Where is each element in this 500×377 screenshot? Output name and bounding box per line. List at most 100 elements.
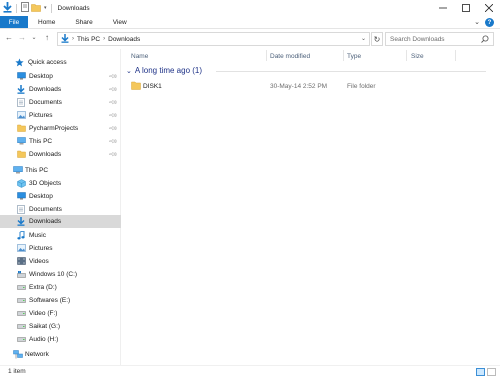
customize-toolbar-icon[interactable]: ▾ [44, 5, 47, 11]
drive-icon [17, 323, 26, 329]
downloads-location-icon [61, 33, 69, 45]
nav-label: Video (F:) [29, 309, 58, 317]
nav-item-downloads-pc[interactable]: Downloads [0, 215, 121, 228]
nav-quick-access[interactable]: Quick access [0, 56, 121, 68]
search-box[interactable] [385, 32, 494, 46]
tab-home[interactable]: Home [28, 16, 65, 28]
nav-label: This PC [29, 137, 53, 145]
nav-label: Pictures [29, 244, 53, 252]
expand-ribbon-icon[interactable]: ⌄ [474, 18, 480, 26]
nav-network[interactable]: Network [0, 348, 121, 360]
pin-icon[interactable]: 📌︎ [108, 110, 118, 121]
explorer-app-icon[interactable] [3, 1, 12, 15]
window-controls [431, 0, 500, 16]
file-date-modified: 30-May-14 2:52 PM [270, 82, 328, 90]
nav-label: Videos [29, 257, 49, 265]
column-header-name[interactable]: Name [131, 51, 148, 61]
pin-icon[interactable]: 📌︎ [108, 97, 118, 108]
group-label: A long time ago (1) [134, 66, 203, 75]
nav-item-drive-f[interactable]: Video (F:) [0, 307, 121, 319]
drive-icon [17, 310, 26, 316]
column-header-date-modified[interactable]: Date modified [270, 51, 310, 61]
nav-item-documents[interactable]: Documents 📌︎ [0, 96, 121, 108]
nav-item-videos[interactable]: Videos [0, 255, 121, 267]
search-icon [481, 35, 489, 45]
star-icon [15, 57, 24, 67]
nav-item-this-pc-quick[interactable]: This PC 📌︎ [0, 135, 121, 147]
column-divider[interactable] [406, 50, 407, 61]
breadcrumb-separator-icon: › [72, 36, 74, 42]
nav-item-drive-h[interactable]: Audio (H:) [0, 333, 121, 345]
nav-label: PycharmProjects [29, 124, 79, 132]
help-icon[interactable]: ? [485, 18, 494, 27]
tab-share[interactable]: Share [65, 16, 102, 28]
new-folder-icon[interactable] [31, 3, 41, 14]
nav-item-desktop-pc[interactable]: Desktop [0, 190, 121, 202]
recent-locations-chevron-icon[interactable]: ⌄ [29, 34, 39, 41]
nav-item-pictures-pc[interactable]: Pictures [0, 242, 121, 254]
documents-icon [17, 204, 25, 214]
minimize-button[interactable] [431, 0, 454, 16]
windows-drive-icon [17, 270, 26, 278]
pin-icon[interactable]: 📌︎ [108, 123, 118, 134]
nav-item-3d-objects[interactable]: 3D Objects [0, 177, 121, 189]
close-button[interactable] [477, 0, 500, 16]
address-dropdown-icon[interactable]: ⌄ [361, 35, 366, 42]
nav-label: Windows 10 (C:) [29, 270, 78, 278]
up-button[interactable]: ↑ [42, 33, 52, 42]
nav-label: 3D Objects [29, 179, 62, 187]
nav-item-drive-e[interactable]: Softwares (E:) [0, 294, 121, 306]
nav-item-music[interactable]: Music [0, 229, 121, 241]
this-pc-icon [13, 166, 23, 174]
column-header-size[interactable]: Size [411, 51, 424, 61]
downloads-icon [17, 84, 25, 94]
desktop-icon [17, 192, 26, 200]
tab-view[interactable]: View [103, 16, 137, 28]
nav-item-drive-g[interactable]: Saikat (G:) [0, 320, 121, 332]
nav-label: Downloads [29, 218, 62, 225]
navigation-pane: Quick access Desktop 📌︎ Downloads 📌︎ Doc… [0, 49, 121, 365]
properties-icon[interactable] [21, 2, 29, 14]
nav-item-drive-c[interactable]: Windows 10 (C:) [0, 268, 121, 280]
nav-item-pycharmprojects[interactable]: PycharmProjects 📌︎ [0, 122, 121, 134]
nav-item-downloads[interactable]: Downloads 📌︎ [0, 83, 121, 95]
column-divider[interactable] [455, 50, 456, 61]
item-count: 1 item [8, 368, 26, 375]
quick-access-toolbar: ▾ [0, 1, 54, 15]
refresh-button[interactable]: ↻ [371, 32, 383, 46]
column-divider[interactable] [343, 50, 344, 61]
large-icons-view-button[interactable] [487, 368, 496, 376]
column-header-type[interactable]: Type [347, 51, 361, 61]
breadcrumb-this-pc[interactable]: This PC [77, 36, 100, 43]
pin-icon[interactable]: 📌︎ [108, 71, 118, 82]
maximize-button[interactable] [454, 0, 477, 16]
nav-item-pictures[interactable]: Pictures 📌︎ [0, 109, 121, 121]
search-input[interactable] [390, 35, 480, 43]
file-list: Name Date modified Type Size ⌄ A long ti… [122, 49, 500, 365]
3d-objects-icon [17, 178, 26, 188]
tab-file[interactable]: File [0, 16, 28, 28]
nav-item-desktop[interactable]: Desktop 📌︎ [0, 70, 121, 82]
group-divider [216, 71, 486, 72]
pin-icon[interactable]: 📌︎ [108, 84, 118, 95]
breadcrumb-downloads[interactable]: Downloads [108, 36, 140, 43]
nav-label: This PC [25, 166, 49, 174]
collapse-chevron-icon[interactable]: ⌄ [126, 67, 132, 75]
back-button[interactable]: ← [4, 33, 14, 42]
toolbar-divider [16, 3, 17, 13]
network-icon [13, 349, 23, 359]
nav-label: Downloads [29, 85, 62, 93]
nav-this-pc[interactable]: This PC [0, 164, 121, 176]
window-title: Downloads [57, 4, 90, 12]
group-header[interactable]: ⌄ A long time ago (1) [126, 66, 486, 75]
pin-icon[interactable]: 📌︎ [108, 136, 118, 147]
address-bar[interactable]: › This PC › Downloads ⌄ [57, 32, 370, 46]
column-divider[interactable] [266, 50, 267, 61]
nav-item-drive-d[interactable]: Extra (D:) [0, 281, 121, 293]
nav-item-downloads-folder[interactable]: Downloads 📌︎ [0, 148, 121, 160]
pin-icon[interactable]: 📌︎ [108, 149, 118, 160]
nav-item-documents-pc[interactable]: Documents [0, 203, 121, 215]
details-view-button[interactable] [476, 368, 485, 376]
file-row[interactable]: DISK1 30-May-14 2:52 PM File folder [126, 80, 496, 92]
forward-button[interactable]: → [17, 33, 27, 42]
